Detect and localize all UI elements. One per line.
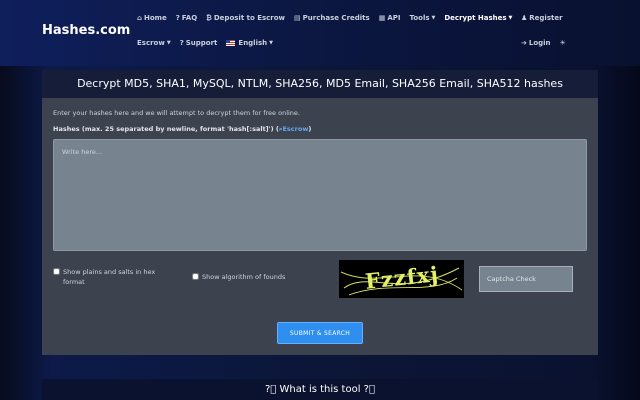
nav-api-label: API [387, 14, 401, 22]
nav-purchase-label: Purchase Credits [302, 14, 370, 22]
escrow-link-label: Escrow [282, 125, 309, 133]
nav-api[interactable]: ▦ API [379, 14, 401, 22]
nav-tools-label: Tools [409, 14, 430, 22]
user-plus-icon: ♟ [521, 14, 528, 22]
nav-login-wrap: ➔ Login ☀ [521, 39, 577, 47]
hex-format-label: Show plains and salts in hex format [63, 267, 155, 287]
brand-logo[interactable]: Hashes.com [42, 23, 130, 38]
theme-toggle[interactable]: ☀ [560, 39, 568, 47]
nav-language-dropdown[interactable]: English ▼ [226, 39, 273, 47]
nav-register-wrap: ♟ Register [521, 14, 572, 22]
nav-faq-label: FAQ [181, 14, 198, 22]
nav-language-label: English [238, 39, 268, 47]
nav-escrow-dropdown[interactable]: Escrow ▼ [137, 39, 171, 47]
hashes-textarea[interactable] [53, 139, 587, 251]
nav-escrow-label: Escrow [137, 39, 165, 47]
nav-deposit[interactable]: ₿ Deposit to Escrow [206, 14, 285, 22]
nav-support[interactable]: ? Support [180, 39, 218, 47]
sign-in-icon: ➔ [521, 39, 527, 47]
hex-format-checkbox[interactable] [53, 268, 60, 275]
algorithm-label: Show algorithm of founds [202, 273, 286, 281]
nav-purchase[interactable]: ▤ Purchase Credits [294, 14, 370, 22]
nav-faq[interactable]: ? FAQ [176, 14, 197, 22]
question-circle-icon: ?⃝ [265, 384, 277, 395]
hex-format-option[interactable]: Show plains and salts in hex format [53, 267, 155, 287]
hashes-field-label: Hashes (max. 25 separated by newline, fo… [53, 125, 311, 134]
nav-row-primary: ⌂ Home ? FAQ ₿ Deposit to Escrow ▤ Purch… [137, 14, 521, 22]
question-icon: ? [179, 39, 184, 47]
submit-search-button[interactable]: SUBMIT & SEARCH [277, 322, 363, 344]
nav-tools-dropdown[interactable]: Tools ▼ [409, 14, 435, 22]
nav-home-label: Home [144, 14, 167, 22]
question-icon: ? [175, 14, 180, 22]
top-navbar: Hashes.com ⌂ Home ? FAQ ₿ Deposit to Esc… [0, 0, 640, 66]
panel-title: Decrypt MD5, SHA1, MySQL, NTLM, SHA256, … [42, 70, 598, 98]
what-is-this-tool-label: What is this tool [279, 384, 361, 395]
question-circle-icon: ?⃝ [363, 384, 375, 395]
sun-icon: ☀ [559, 39, 566, 47]
algorithm-checkbox[interactable] [192, 273, 199, 280]
api-icon: ▦ [378, 14, 386, 22]
us-flag-icon [226, 40, 236, 46]
chevron-down-icon: ▼ [431, 15, 436, 21]
hashes-label-end: ) [308, 125, 312, 133]
hashes-label-text: Hashes (max. 25 separated by newline, fo… [53, 125, 279, 133]
chevron-down-icon: ▼ [269, 40, 273, 46]
home-icon: ⌂ [137, 14, 143, 22]
cart-icon: ▤ [294, 14, 301, 22]
nav-login-label: Login [528, 39, 551, 47]
chevron-down-icon: ▼ [166, 40, 171, 46]
what-is-this-tool-heading: ?⃝ What is this tool ?⃝ [42, 379, 598, 400]
captcha-input[interactable] [479, 266, 573, 292]
nav-register[interactable]: ♟ Register [521, 14, 563, 22]
nav-login[interactable]: ➔ Login [521, 39, 551, 47]
captcha-image: Fzzfxj [339, 260, 464, 298]
nav-support-label: Support [185, 39, 218, 47]
nav-row-secondary: Escrow ▼ ? Support English ▼ [137, 39, 282, 47]
nav-deposit-label: Deposit to Escrow [213, 14, 286, 22]
decrypt-panel: Decrypt MD5, SHA1, MySQL, NTLM, SHA256, … [42, 70, 598, 355]
hex-format-label-line2: format [63, 278, 85, 286]
nav-decrypt-label: Decrypt Hashes [444, 14, 507, 22]
bitcoin-icon: ₿ [206, 14, 212, 22]
hex-format-label-line1: Show plains and salts in hex [63, 268, 156, 276]
nav-home[interactable]: ⌂ Home [137, 14, 167, 22]
algorithm-option[interactable]: Show algorithm of founds [192, 272, 285, 282]
nav-decrypt-dropdown[interactable]: Decrypt Hashes ▼ [444, 14, 512, 22]
intro-text: Enter your hashes here and we will attem… [53, 109, 300, 117]
chevron-down-icon: ▼ [508, 15, 513, 21]
nav-register-label: Register [529, 14, 563, 22]
escrow-link[interactable]: ⌕Escrow [279, 125, 308, 133]
